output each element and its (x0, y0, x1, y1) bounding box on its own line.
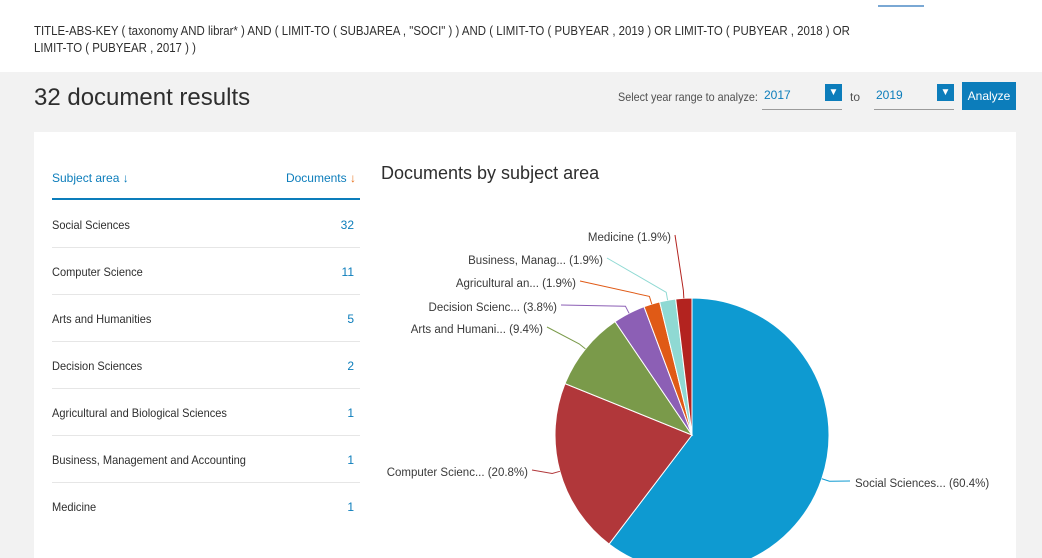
pie-label: Business, Manag... (1.9%) (468, 255, 603, 267)
pie-leader-line (579, 280, 653, 305)
pie-leader-line (546, 326, 586, 350)
pie-label: Agricultural an... (1.9%) (456, 278, 576, 290)
pie-label: Decision Scienc... (3.8%) (429, 302, 558, 314)
pie-leader-line (560, 304, 630, 314)
pie-label: Social Sciences... (60.4%) (855, 478, 989, 490)
pie-leader-line (531, 469, 561, 474)
pie-leader-line (821, 478, 851, 482)
pie-label: Medicine (1.9%) (588, 232, 671, 244)
pie-label: Arts and Humani... (9.4%) (411, 324, 543, 336)
pie-chart: Social Sciences... (60.4%) Computer Scien… (387, 232, 989, 558)
pie-leader-line (674, 234, 685, 299)
pie-label: Computer Scienc... (20.8%) (387, 467, 528, 479)
